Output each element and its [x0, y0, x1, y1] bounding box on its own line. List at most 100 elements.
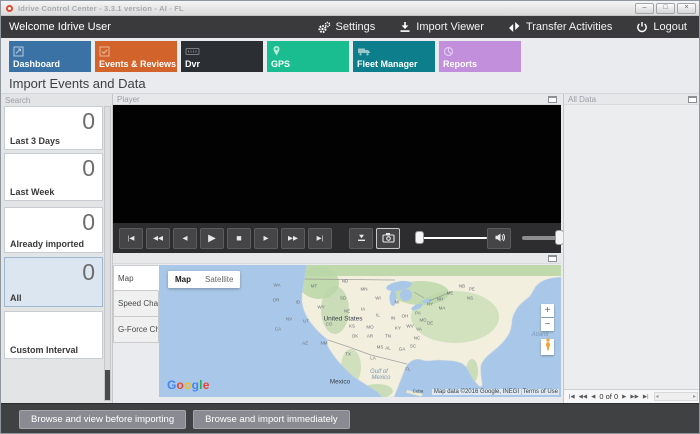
tab-gps[interactable]: GPS [267, 41, 349, 72]
tab-g-force-chart[interactable]: G-Force Chart [113, 317, 159, 343]
fast-forward-button[interactable]: ▶▶ [281, 227, 305, 249]
map-label: NH [436, 296, 444, 302]
pegman-icon [544, 338, 552, 356]
title-bar: Idrive Control Center - 3.3.1 version - … [1, 1, 699, 16]
camera-icon [381, 232, 395, 245]
filter-custom-interval[interactable]: Custom Interval [4, 311, 103, 359]
mute-button[interactable] [487, 227, 511, 249]
sidebar-scrollbar-thumb[interactable] [105, 370, 110, 400]
tab-label: GPS [271, 59, 291, 69]
map-label: SC [409, 343, 417, 349]
map-label: Cuba [412, 388, 424, 394]
step-forward-button[interactable]: ▶ [254, 227, 278, 249]
map-label: GA [398, 346, 406, 352]
map-label: MO [366, 324, 374, 330]
tab-fleet-manager[interactable]: Fleet Manager [353, 41, 435, 72]
map-label: CA [274, 326, 282, 332]
logo-letter: o [176, 378, 185, 392]
rewind-button[interactable]: ◀◀ [146, 227, 170, 249]
import-viewer-button[interactable]: Import Viewer [387, 21, 496, 33]
page-fast-prev-button[interactable]: ◀◀ [579, 394, 587, 400]
stop-button[interactable]: ■ [227, 227, 251, 249]
logout-button[interactable]: Logout [624, 21, 699, 33]
maximize-button[interactable]: □ [656, 2, 675, 14]
pegman-button[interactable] [541, 338, 554, 356]
download-video-button[interactable] [349, 227, 373, 249]
all-data-list[interactable] [564, 105, 699, 389]
skip-start-button[interactable]: |◀ [119, 227, 143, 249]
tab-events-reviews[interactable]: Events & Reviews [95, 41, 177, 72]
search-panel-header: Search [5, 96, 31, 105]
browse-import-button[interactable]: Browse and import immediately [193, 410, 350, 429]
step-back-button[interactable]: ◀ [173, 227, 197, 249]
tab-label: Reports [443, 59, 478, 69]
page-first-button[interactable]: |◀ [569, 394, 575, 400]
filter-last-3-days[interactable]: 0 Last 3 Days [4, 106, 103, 150]
page-title: Import Events and Data [9, 76, 146, 91]
play-button[interactable]: ▶ [200, 227, 224, 249]
map-label: KY [394, 325, 402, 331]
page-last-button[interactable]: ▶| [643, 394, 649, 400]
map-label: MN [360, 286, 368, 292]
filter-count: 0 [82, 209, 95, 235]
map-label: IN [390, 315, 396, 321]
map-label: NM [320, 340, 328, 346]
map-label: AL [385, 345, 391, 351]
map-label: VA [416, 326, 422, 332]
map-label: NV [285, 316, 293, 322]
filter-all[interactable]: 0 All [4, 257, 103, 307]
logout-label: Logout [653, 21, 687, 33]
map-label: WI [375, 295, 381, 301]
expand-icon[interactable] [688, 96, 697, 103]
browse-view-button[interactable]: Browse and view before importing [19, 410, 187, 429]
zoom-out-button[interactable]: − [541, 318, 554, 331]
transfer-activities-button[interactable]: Transfer Activities [496, 21, 624, 34]
filter-count: 0 [82, 108, 95, 134]
footer-bar: Browse and view before importing Browse … [1, 403, 699, 433]
video-display[interactable] [113, 105, 561, 223]
filter-already-imported[interactable]: 0 Already imported [4, 207, 103, 253]
expand-icon[interactable] [548, 96, 557, 103]
close-button[interactable]: × [677, 2, 696, 14]
sidebar-scrollbar[interactable] [104, 106, 111, 401]
download-icon [356, 232, 367, 245]
map-label: WY [317, 304, 325, 310]
page-fast-next-button[interactable]: ▶▶ [630, 394, 638, 400]
zoom-in-button[interactable]: + [541, 304, 554, 317]
horizontal-scrollbar[interactable]: ◂ ▸ [653, 392, 698, 401]
tab-dashboard[interactable]: Dashboard [9, 41, 91, 72]
map-label: WA [273, 282, 281, 288]
tab-reports[interactable]: Reports [439, 41, 521, 72]
expand-icon[interactable] [548, 255, 557, 262]
app-logo-icon [6, 4, 13, 12]
settings-button[interactable]: Settings [305, 21, 388, 34]
filter-count: 0 [82, 259, 95, 285]
map-type-satellite-button[interactable]: Satellite [198, 271, 240, 288]
snapshot-button[interactable] [376, 227, 400, 249]
map-label: ID [295, 299, 301, 305]
map-type-map-button[interactable]: Map [168, 271, 198, 288]
scroll-left-icon[interactable]: ◂ [656, 393, 659, 401]
scroll-right-icon[interactable]: ▸ [693, 393, 696, 401]
seek-slider-thumb[interactable] [415, 231, 424, 244]
terms-of-use-link[interactable]: Terms of Use [521, 389, 559, 395]
minimize-button[interactable]: – [635, 2, 654, 14]
volume-slider[interactable] [522, 230, 564, 245]
map-label: MD [419, 317, 427, 323]
map-label: OR [272, 297, 280, 303]
map-label: ME [446, 290, 454, 296]
gear-icon [317, 21, 331, 34]
page-prev-button[interactable]: ◀ [591, 394, 595, 400]
tab-dvr[interactable]: Dvr [181, 41, 263, 72]
seek-slider[interactable] [415, 231, 487, 244]
skip-end-button[interactable]: ▶| [308, 227, 332, 249]
tab-speed-chart[interactable]: Speed Chart [113, 291, 159, 317]
tab-label: Dashboard [13, 59, 61, 69]
map-canvas[interactable]: WA OR CA NV ID UT AZ MT WY CO NM ND SD NE KS OK TX MN IA MO… [159, 265, 561, 397]
google-logo[interactable]: Google [167, 378, 210, 392]
map-attribution: Map data ©2016 Google, INEGI [431, 389, 521, 395]
tab-map[interactable]: Map [113, 265, 159, 291]
filter-last-week[interactable]: 0 Last Week [4, 153, 103, 201]
page-next-button[interactable]: ▶ [622, 394, 626, 400]
speaker-icon [493, 232, 506, 245]
